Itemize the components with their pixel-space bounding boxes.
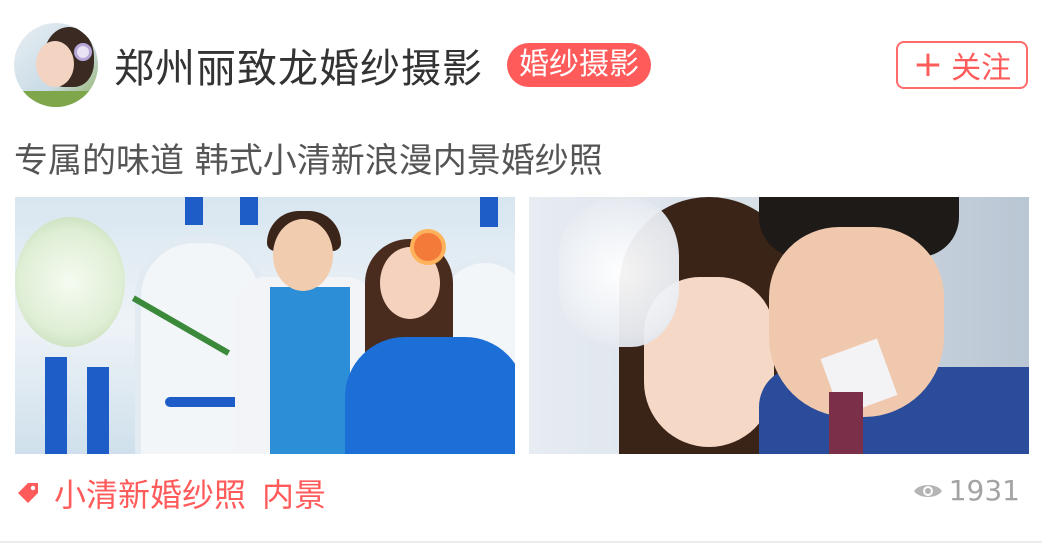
tag-item[interactable]: 内景: [262, 470, 326, 516]
photo-1[interactable]: [15, 197, 515, 454]
view-count: 1931: [913, 474, 1020, 507]
follow-button-label: 关注: [951, 51, 1012, 86]
post-title[interactable]: 专属的味道 韩式小清新浪漫内景婚纱照: [14, 133, 603, 182]
tag-item[interactable]: 小清新婚纱照: [54, 470, 246, 516]
tag-list: 小清新婚纱照 内景: [16, 470, 342, 516]
shop-avatar[interactable]: [14, 23, 98, 107]
view-count-value: 1931: [948, 474, 1020, 507]
follow-button[interactable]: + 关注: [896, 41, 1028, 89]
plus-icon: +: [912, 44, 944, 85]
tag-icon: [18, 483, 38, 503]
post-card[interactable]: 郑州丽致龙婚纱摄影 婚纱摄影 + 关注 专属的味道 韩式小清新浪漫内景婚纱照 小…: [0, 0, 1042, 543]
photo-2[interactable]: [529, 197, 1029, 454]
shop-name[interactable]: 郑州丽致龙婚纱摄影: [114, 36, 483, 94]
category-badge[interactable]: 婚纱摄影: [507, 43, 651, 87]
post-header: 郑州丽致龙婚纱摄影 婚纱摄影 + 关注: [14, 20, 1028, 110]
eye-icon: [913, 484, 942, 497]
